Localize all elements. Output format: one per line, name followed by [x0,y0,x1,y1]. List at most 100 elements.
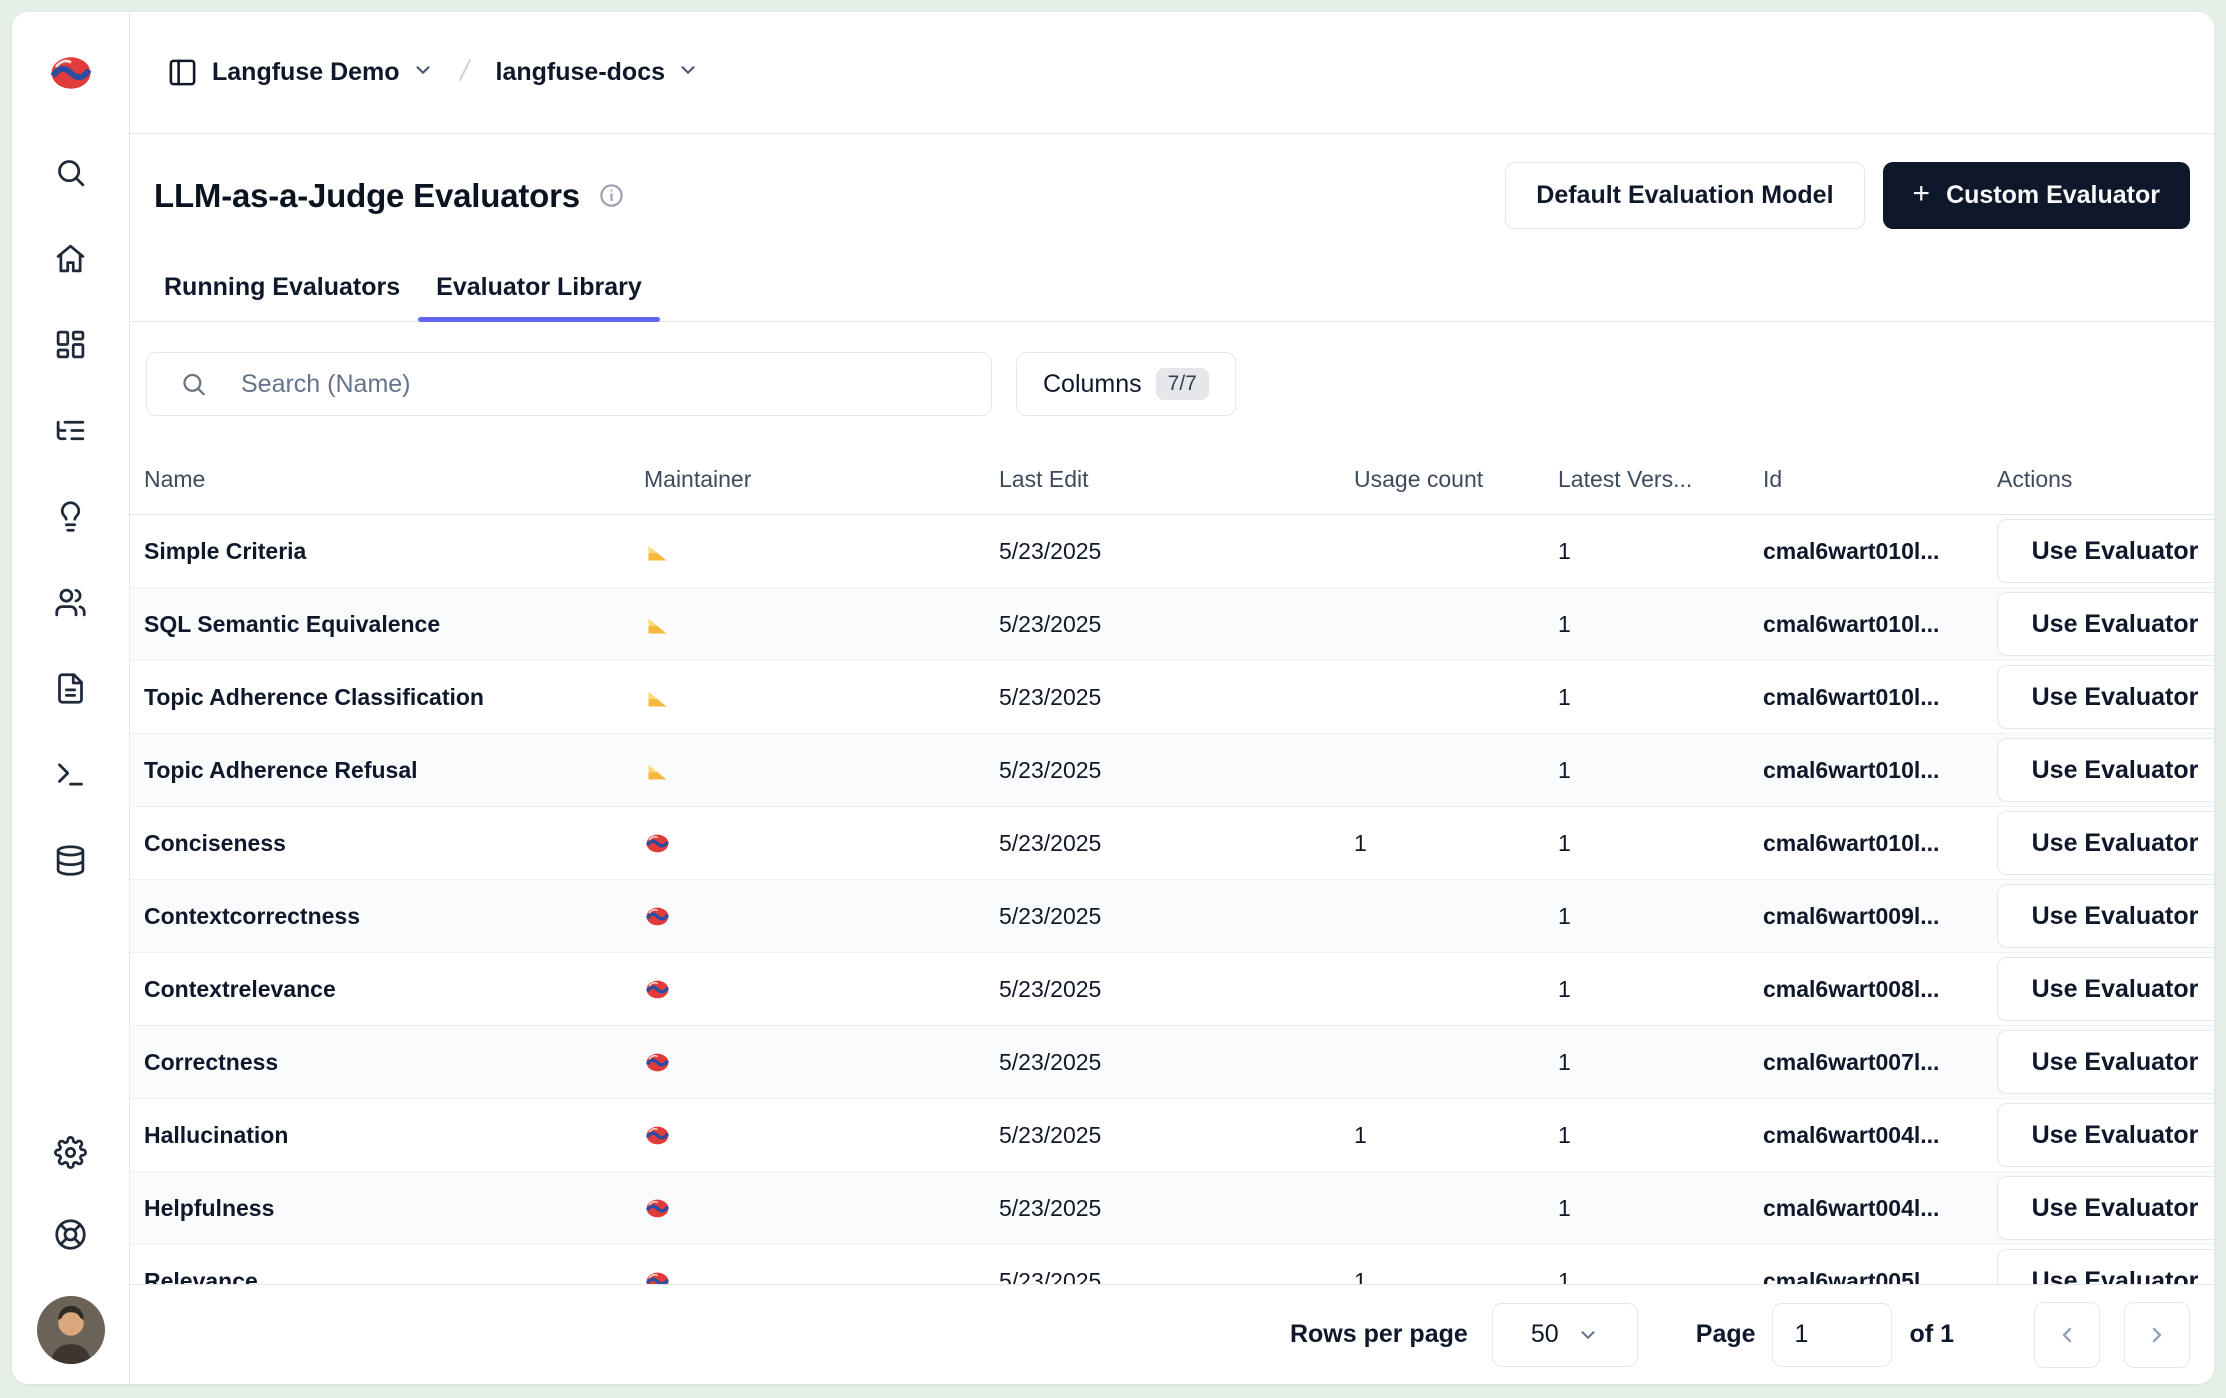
custom-evaluator-label: Custom Evaluator [1946,181,2160,210]
latest-version: 1 [1558,757,1763,784]
tabs: Running Evaluators Evaluator Library [130,253,2214,322]
last-edit: 5/23/2025 [999,684,1354,711]
evaluator-table: NameMaintainerLast EditUsage countLatest… [130,444,2214,1384]
chevron-down-icon [1577,1324,1599,1346]
use-evaluator-button[interactable]: Use Evaluator [1997,884,2214,948]
langfuse-logo[interactable] [12,12,129,134]
table-row[interactable]: SQL Semantic Equivalence5/23/20251cmal6w… [130,588,2214,661]
last-edit: 5/23/2025 [999,1122,1354,1149]
evaluator-name: Helpfulness [130,1195,644,1222]
next-page-button[interactable] [2124,1302,2190,1368]
search-box [146,352,992,416]
evaluator-name: Hallucination [130,1122,644,1149]
actions-cell: Use Evaluator [1997,1176,2214,1240]
chevron-down-icon [412,59,434,86]
usage-count: 1 [1354,830,1558,857]
table-row[interactable]: Conciseness5/23/202511cmal6wart010l...Us… [130,807,2214,880]
evaluator-name: Conciseness [130,830,644,857]
table-row[interactable]: Simple Criteria5/23/20251cmal6wart010l..… [130,515,2214,588]
evaluator-name: Contextrelevance [130,976,644,1003]
langfuse-icon [644,830,999,857]
table-row[interactable]: Topic Adherence Classification5/23/20251… [130,661,2214,734]
use-evaluator-button[interactable]: Use Evaluator [1997,665,2214,729]
columns-count-badge: 7/7 [1156,368,1209,400]
plus-icon: + [1913,179,1931,209]
org-switcher[interactable]: Langfuse Demo [202,50,444,95]
tab-evaluator-library[interactable]: Evaluator Library [418,253,660,321]
previous-page-button[interactable] [2034,1302,2100,1368]
use-evaluator-button[interactable]: Use Evaluator [1997,811,2214,875]
sidebar [12,12,130,1384]
maintainer-cell [644,1049,999,1076]
maintainer-cell [644,538,999,565]
tracing-tree-icon[interactable] [51,410,91,450]
table-header-row: NameMaintainerLast EditUsage countLatest… [130,444,2214,515]
home-icon[interactable] [51,238,91,278]
project-switcher[interactable]: langfuse-docs [486,50,709,95]
use-evaluator-button[interactable]: Use Evaluator [1997,1176,2214,1240]
rows-per-page-select[interactable]: 50 [1492,1303,1638,1367]
prompts-file-icon[interactable] [51,668,91,708]
lightbulb-icon[interactable] [51,496,91,536]
use-evaluator-button[interactable]: Use Evaluator [1997,1030,2214,1094]
dashboard-grid-icon[interactable] [51,324,91,364]
last-edit: 5/23/2025 [999,830,1354,857]
support-lifebuoy-icon[interactable] [51,1214,91,1254]
latest-version: 1 [1558,684,1763,711]
use-evaluator-button[interactable]: Use Evaluator [1997,1103,2214,1167]
ragas-icon [644,757,999,784]
use-evaluator-button[interactable]: Use Evaluator [1997,592,2214,656]
column-header-actions: Actions [1997,466,2214,493]
evaluator-id: cmal6wart005l... [1763,1268,1997,1285]
evaluator-id: cmal6wart010l... [1763,757,1997,784]
table-row[interactable]: Correctness5/23/20251cmal6wart007l...Use… [130,1026,2214,1099]
panel-left-icon [167,57,198,88]
chevron-down-icon [677,59,699,86]
settings-gear-icon[interactable] [51,1132,91,1172]
user-avatar[interactable] [37,1296,105,1364]
users-icon[interactable] [51,582,91,622]
main-area: Langfuse Demo langfuse-docs LLM-as-a-Jud… [130,12,2214,1384]
breadcrumb-slash [450,55,480,90]
use-evaluator-button[interactable]: Use Evaluator [1997,519,2214,583]
columns-button[interactable]: Columns 7/7 [1016,352,1236,416]
terminal-icon[interactable] [51,754,91,794]
evaluator-id: cmal6wart004l... [1763,1195,1997,1222]
search-input[interactable] [146,352,992,416]
evaluator-id: cmal6wart009l... [1763,903,1997,930]
sidebar-toggle-button[interactable] [162,53,202,93]
evaluator-name: Relevance [130,1268,644,1285]
evaluator-id: cmal6wart010l... [1763,538,1997,565]
table-row[interactable]: Helpfulness5/23/20251cmal6wart004l...Use… [130,1172,2214,1245]
database-icon[interactable] [51,840,91,880]
use-evaluator-button[interactable]: Use Evaluator [1997,957,2214,1021]
search-icon[interactable] [51,152,91,192]
column-header-last-edit: Last Edit [999,466,1354,493]
table-row[interactable]: Relevance5/23/202511cmal6wart005l...Use … [130,1245,2214,1284]
info-icon[interactable] [598,182,625,209]
tab-running-evaluators[interactable]: Running Evaluators [146,253,418,321]
table-row[interactable]: Contextcorrectness5/23/20251cmal6wart009… [130,880,2214,953]
app-window: Langfuse Demo langfuse-docs LLM-as-a-Jud… [12,12,2214,1384]
langfuse-icon [644,976,999,1003]
project-name: langfuse-docs [496,58,665,87]
org-name: Langfuse Demo [212,58,400,87]
page-number-input[interactable] [1772,1303,1892,1367]
default-evaluation-model-button[interactable]: Default Evaluation Model [1505,162,1864,229]
use-evaluator-button[interactable]: Use Evaluator [1997,738,2214,802]
table-row[interactable]: Hallucination5/23/202511cmal6wart004l...… [130,1099,2214,1172]
usage-count: 1 [1354,1268,1558,1285]
maintainer-cell [644,976,999,1003]
maintainer-cell [644,1195,999,1222]
sidebar-bottom [37,1132,105,1364]
table-row[interactable]: Topic Adherence Refusal5/23/20251cmal6wa… [130,734,2214,807]
evaluator-name: SQL Semantic Equivalence [130,611,644,638]
table-footer: Rows per page 50 Page of 1 [130,1284,2214,1384]
last-edit: 5/23/2025 [999,1049,1354,1076]
use-evaluator-button[interactable]: Use Evaluator [1997,1249,2214,1284]
custom-evaluator-button[interactable]: + Custom Evaluator [1883,162,2190,229]
latest-version: 1 [1558,1049,1763,1076]
ragas-icon [644,684,999,711]
table-row[interactable]: Contextrelevance5/23/20251cmal6wart008l.… [130,953,2214,1026]
langfuse-icon [644,1049,999,1076]
